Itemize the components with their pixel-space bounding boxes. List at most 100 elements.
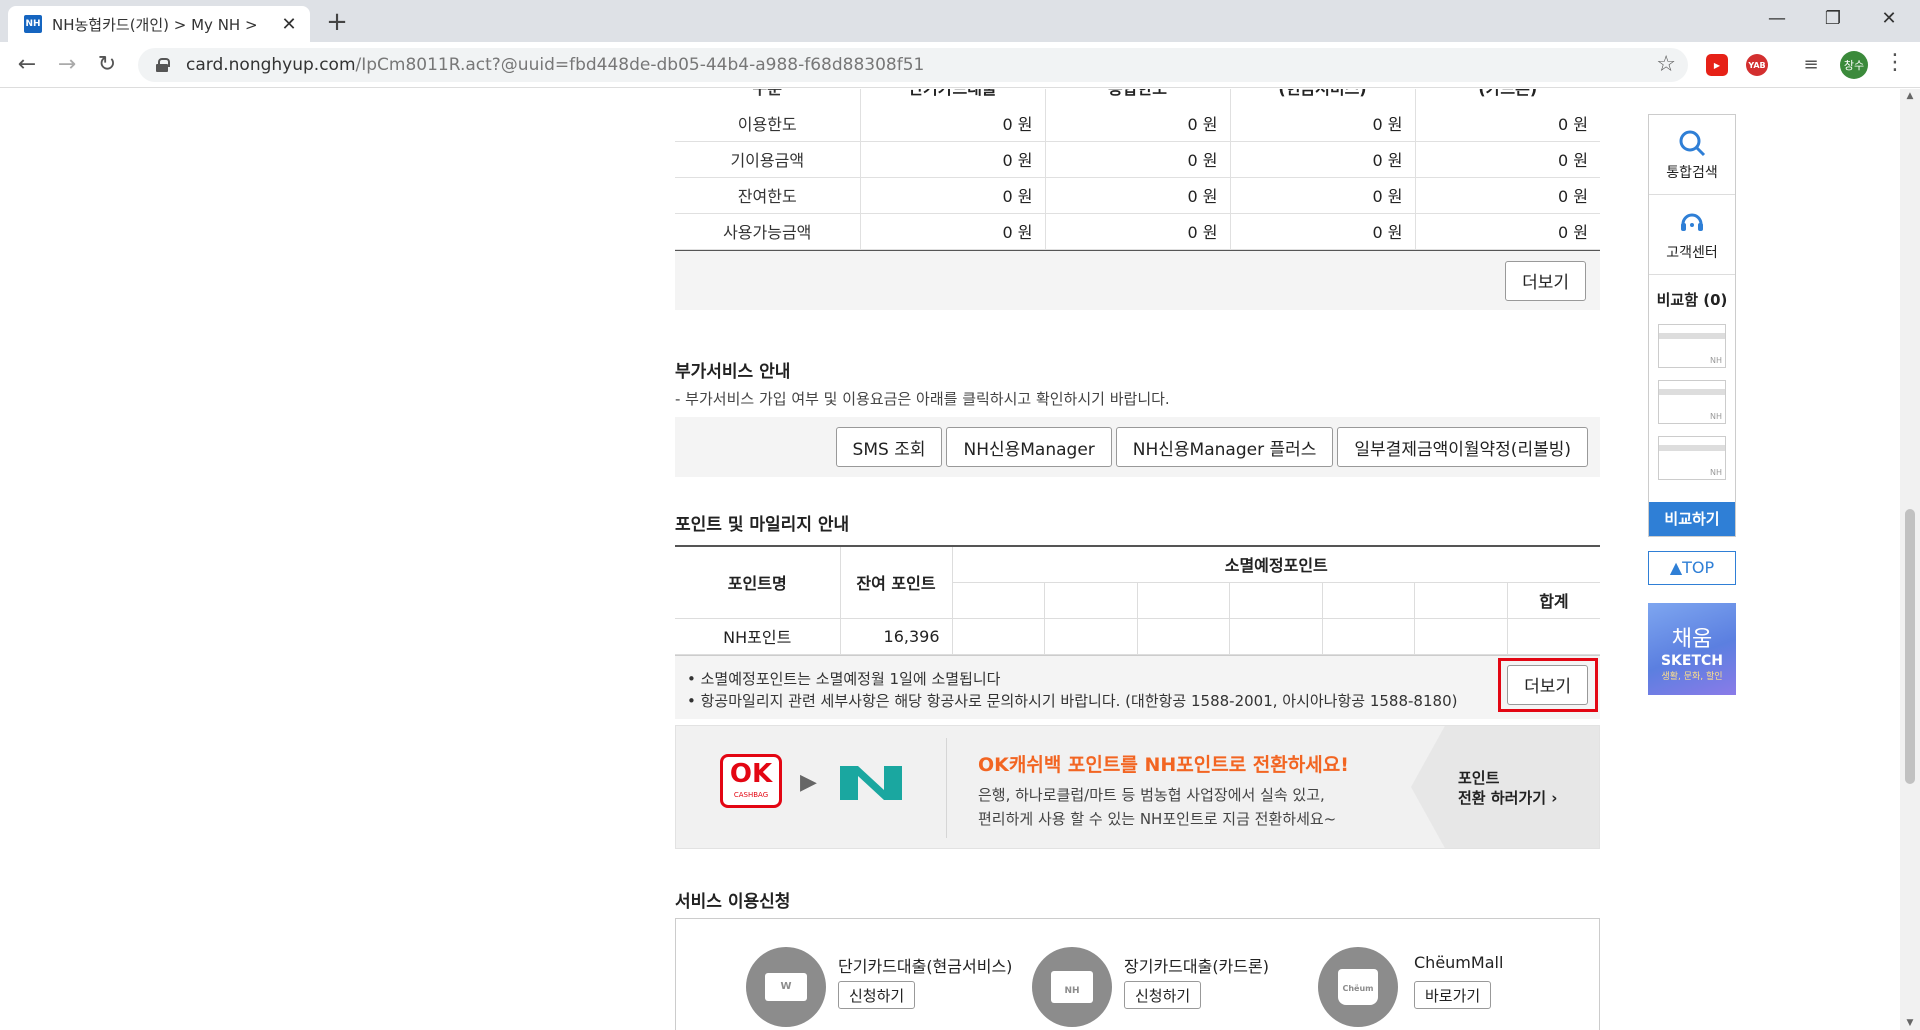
close-tab-icon[interactable]: ✕ [278, 13, 300, 35]
limit-more-button[interactable]: 더보기 [1505, 260, 1586, 301]
chevron-right-icon: › [1551, 789, 1558, 807]
table-row: 사용가능금액 0 원 0 원 0 원 0 원 [675, 213, 1600, 250]
points-table: 포인트명 잔여 포인트 소멸예정포인트 합계 NH포인트 16,396 [675, 545, 1600, 655]
service-label: ChёumMall [1414, 953, 1504, 972]
banner-line: 편리하게 사용 할 수 있는 NH포인트로 지금 전환하세요~ [978, 810, 1337, 828]
table-cell [952, 618, 1046, 655]
table-cell: 0 원 [1045, 105, 1231, 142]
minimize-window-icon[interactable]: — [1750, 0, 1804, 38]
limit-section: 구분 단기카드대출 종합한도 (현금서비스) (카드론) 이용한도 0 원 0 … [675, 89, 1600, 310]
nh-card-icon: NH [1051, 971, 1093, 1003]
nh-credit-manager-button[interactable]: NH신용Manager [946, 427, 1112, 467]
quick-customer-center[interactable]: 고객센터 [1649, 195, 1735, 275]
service-title: 서비스 이용신청 [675, 892, 791, 912]
browser-tab[interactable]: NH NH농협카드(개인) > My NH > ✕ [8, 6, 310, 42]
yab-ext-icon[interactable]: YAB [1746, 54, 1768, 76]
table-cell: 0 원 [1415, 213, 1600, 250]
revolving-button[interactable]: 일부결제금액이월약정(리볼빙) [1337, 427, 1588, 467]
browser-tab-strip: NH NH농협카드(개인) > My NH > ✕ + — ❐ ✕ [0, 0, 1920, 42]
table-cell: 0 원 [860, 213, 1046, 250]
new-tab-button[interactable]: + [322, 8, 352, 38]
ok-cashbag-banner[interactable]: OK CASHBAG ▶ OK캐쉬백 포인트를 NH포인트로 전환하세요! 은행… [675, 725, 1600, 849]
vertical-scrollbar[interactable]: ▲ ▼ [1900, 89, 1920, 1030]
banner-headline: OK캐쉬백 포인트를 NH포인트로 전환하세요! [978, 754, 1349, 776]
table-cell: 0 원 [1230, 105, 1416, 142]
apply-cash-service-button[interactable]: 신청하기 [838, 981, 916, 1009]
compare-card-slot[interactable]: NH [1658, 324, 1726, 368]
points-name-cell: NH포인트 [675, 618, 841, 655]
forward-arrow-icon[interactable]: → [52, 50, 82, 80]
browser-menu-icon[interactable]: ⋮ [1884, 50, 1906, 75]
reload-icon[interactable]: ↻ [92, 50, 122, 80]
banner-cta[interactable]: 포인트 전환 하러가기 › [1458, 768, 1557, 808]
service-section: 서비스 이용신청 [675, 887, 1600, 912]
scroll-down-icon[interactable]: ▼ [1905, 1018, 1915, 1028]
table-cell: 0 원 [860, 141, 1046, 178]
nh-credit-manager-plus-button[interactable]: NH신용Manager 플러스 [1115, 427, 1334, 467]
addon-desc: - 부가서비스 가입 여부 및 이용요금은 아래를 클릭하시고 확인하시기 바랍… [675, 390, 1170, 408]
points-more-button[interactable]: 더보기 [1507, 664, 1588, 705]
page-viewport: 구분 단기카드대출 종합한도 (현금서비스) (카드론) 이용한도 0 원 0 … [0, 89, 1900, 1030]
points-col-balance: 잔여 포인트 [840, 546, 953, 619]
table-cell: 0 원 [860, 105, 1046, 142]
tab-title: NH농협카드(개인) > My NH > [52, 15, 258, 34]
table-cell [1229, 618, 1323, 655]
compare-card-slot[interactable]: NH [1658, 380, 1726, 424]
address-bar[interactable]: card.nonghyup.com/IpCm8011R.act?@uuid=fb… [138, 48, 1688, 82]
youtube-ext-icon[interactable]: ▶ [1706, 54, 1728, 76]
back-arrow-icon[interactable]: ← [12, 50, 42, 80]
table-cell: 0 원 [1230, 213, 1416, 250]
addon-button-bar: SMS 조회 NH신용Manager NH신용Manager 플러스 일부결제금… [675, 417, 1600, 477]
row-label: 사용가능금액 [675, 213, 861, 250]
table-cell [952, 582, 1046, 619]
addon-title: 부가서비스 안내 [675, 362, 791, 382]
card-loan-circle: NH [1032, 947, 1112, 1027]
restore-window-icon[interactable]: ❐ [1806, 0, 1860, 38]
limit-more-bar: 더보기 [675, 249, 1600, 310]
points-balance-cell: 16,396 [840, 618, 953, 655]
quick-menu: 통합검색 고객센터 비교함 (0) NH NH NH 비교하기 [1648, 114, 1736, 537]
apply-card-loan-button[interactable]: 신청하기 [1124, 981, 1202, 1009]
table-cell: 0 원 [1415, 141, 1600, 178]
close-window-icon[interactable]: ✕ [1862, 0, 1916, 38]
table-cell [1137, 582, 1231, 619]
sketch-banner[interactable]: 채움 SKETCH 생활, 문화, 할인 [1648, 603, 1736, 695]
limit-col-header: 종합한도 [1045, 89, 1231, 105]
sms-inquiry-button[interactable]: SMS 조회 [835, 427, 943, 467]
compare-card-slot[interactable]: NH [1658, 436, 1726, 480]
limit-table: 이용한도 0 원 0 원 0 원 0 원 기이용금액 0 원 0 원 0 원 0… [675, 105, 1600, 250]
compare-box-title: 비교함 (0) [1656, 291, 1728, 309]
table-cell: 0 원 [1045, 213, 1231, 250]
service-label: 장기카드대출(카드론) [1124, 957, 1269, 976]
media-queue-icon[interactable]: ≡ [1796, 50, 1826, 80]
points-col-expiring: 소멸예정포인트 [952, 546, 1600, 583]
points-section: 포인트 및 마일리지 안내 포인트명 잔여 포인트 소멸예정포인트 합계 NH포… [675, 510, 1600, 719]
service-label: 단기카드대출(현금서비스) [838, 957, 1013, 976]
scroll-thumb[interactable] [1905, 509, 1915, 784]
url-path: /IpCm8011R.act?@uuid=fbd448de-db05-44b4-… [355, 55, 925, 75]
limit-col-header: (현금서비스) [1230, 89, 1416, 105]
service-box: W 단기카드대출(현금서비스) 신청하기 NH 장기카드대출(카드론) 신청하기… [675, 918, 1600, 1030]
points-col-total: 합계 [1507, 582, 1600, 619]
table-cell: 0 원 [1045, 177, 1231, 214]
points-notes: • 소멸예정포인트는 소멸예정월 1일에 소멸됩니다 • 항공마일리지 관련 세… [675, 654, 1600, 719]
limit-col-header: (카드론) [1415, 89, 1600, 105]
top-button[interactable]: ▲TOP [1648, 551, 1736, 585]
url-host: card.nonghyup.com [186, 55, 356, 75]
table-cell: 0 원 [1415, 177, 1600, 214]
cash-card-icon: W [765, 973, 807, 1001]
table-cell [1322, 582, 1416, 619]
scroll-up-icon[interactable]: ▲ [1905, 91, 1915, 101]
banner-line: 은행, 하나로클럽/마트 등 범농협 사업장에서 실속 있고, [978, 786, 1325, 804]
table-row: NH포인트 16,396 [675, 618, 1600, 655]
go-cheum-mall-button[interactable]: 바로가기 [1414, 981, 1492, 1009]
limit-table-header: 구분 단기카드대출 종합한도 (현금서비스) (카드론) [675, 89, 1600, 105]
points-title: 포인트 및 마일리지 안내 [675, 515, 850, 535]
bookmark-star-icon[interactable]: ☆ [1656, 52, 1676, 77]
table-cell [1229, 582, 1323, 619]
shopping-bag-icon: Chёum [1338, 969, 1378, 1005]
points-note: • 소멸예정포인트는 소멸예정월 1일에 소멸됩니다 [687, 669, 1001, 688]
profile-avatar[interactable]: 창수 [1840, 51, 1868, 79]
compare-button[interactable]: 비교하기 [1649, 502, 1735, 536]
quick-search[interactable]: 통합검색 [1649, 115, 1735, 195]
